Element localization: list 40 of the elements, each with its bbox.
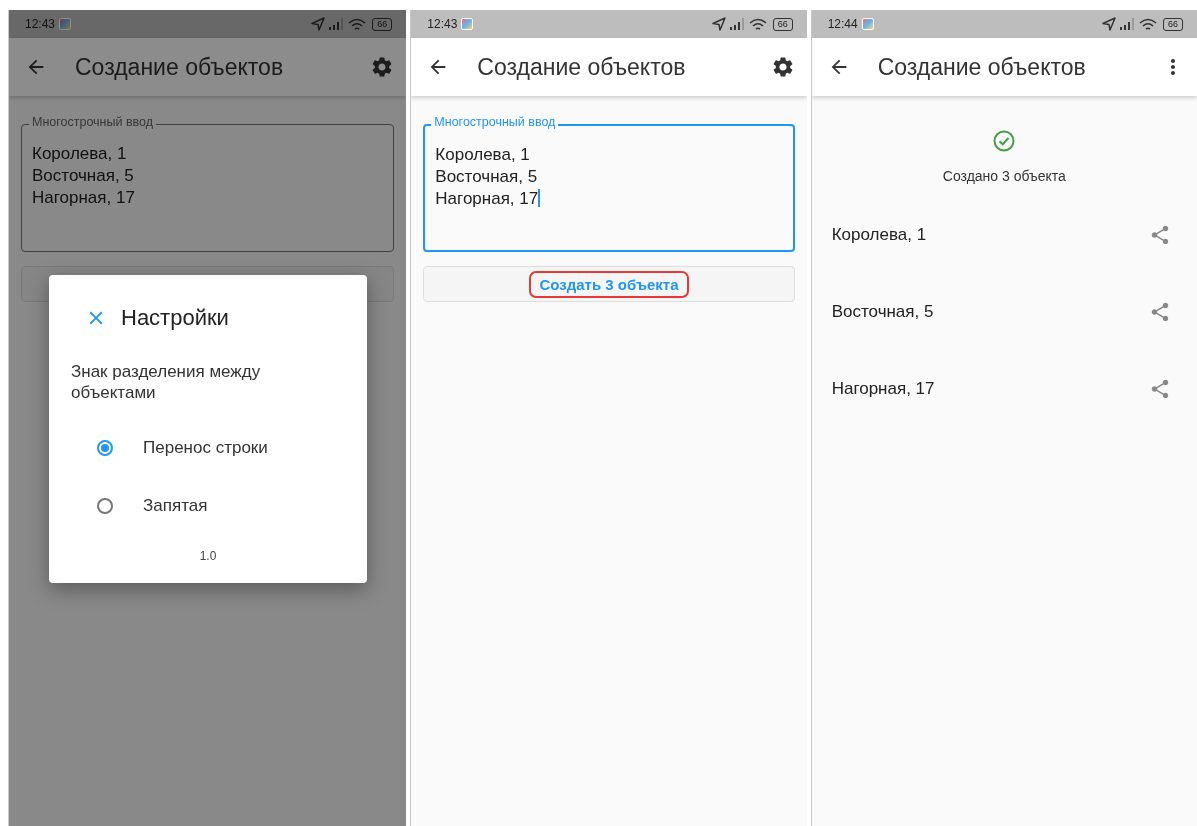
battery-level: 66 — [372, 17, 393, 31]
radio-button[interactable] — [97, 498, 113, 514]
location-icon — [311, 17, 326, 31]
dialog-title: Настройки — [121, 305, 229, 331]
screen-title: Создание объектов — [877, 53, 1087, 81]
status-time: 12:43 — [25, 17, 56, 31]
location-icon — [1102, 17, 1116, 31]
share-icon[interactable] — [1149, 300, 1171, 323]
object-name: Королева, 1 — [831, 224, 928, 245]
success-message: Создано 3 объекта — [941, 168, 1067, 184]
option-label[interactable]: Запятая — [143, 496, 208, 516]
field-value: Королева, 1 Восточная, 5 Нагорная, 17 — [32, 143, 135, 209]
screen-title: Создание объектов — [477, 53, 687, 81]
app-icon — [861, 18, 874, 30]
screen-title: Создание объектов — [75, 53, 285, 81]
wifi-icon — [348, 17, 367, 31]
object-name: Восточная, 5 — [831, 301, 935, 322]
object-name: Нагорная, 17 — [831, 378, 936, 399]
app-icon — [59, 18, 72, 30]
signal-icon — [729, 18, 745, 30]
wifi-icon — [1139, 17, 1157, 31]
field-value: Королева, 1 Восточная, 5 Нагорная, 17 — [435, 144, 541, 210]
status-time: 12:43 — [427, 17, 458, 31]
field-label: Многострочный ввод — [29, 115, 157, 129]
share-icon[interactable] — [1149, 377, 1171, 400]
signal-icon — [329, 18, 345, 30]
app-icon — [461, 18, 474, 30]
signal-icon — [1120, 18, 1135, 30]
wifi-icon — [748, 17, 767, 31]
option-label[interactable]: Перенос строки — [143, 438, 268, 458]
location-icon — [711, 17, 726, 31]
field-label: Многострочный ввод — [431, 115, 559, 129]
check-circle-icon — [993, 130, 1016, 152]
radio-button[interactable] — [97, 440, 113, 456]
battery-level: 66 — [1163, 17, 1183, 31]
dialog-prompt: Знак разделения между объектами — [71, 361, 262, 403]
share-icon[interactable] — [1149, 223, 1171, 246]
status-time: 12:44 — [827, 17, 858, 31]
version-text: 1.0 — [198, 549, 218, 563]
battery-level: 66 — [772, 17, 793, 31]
